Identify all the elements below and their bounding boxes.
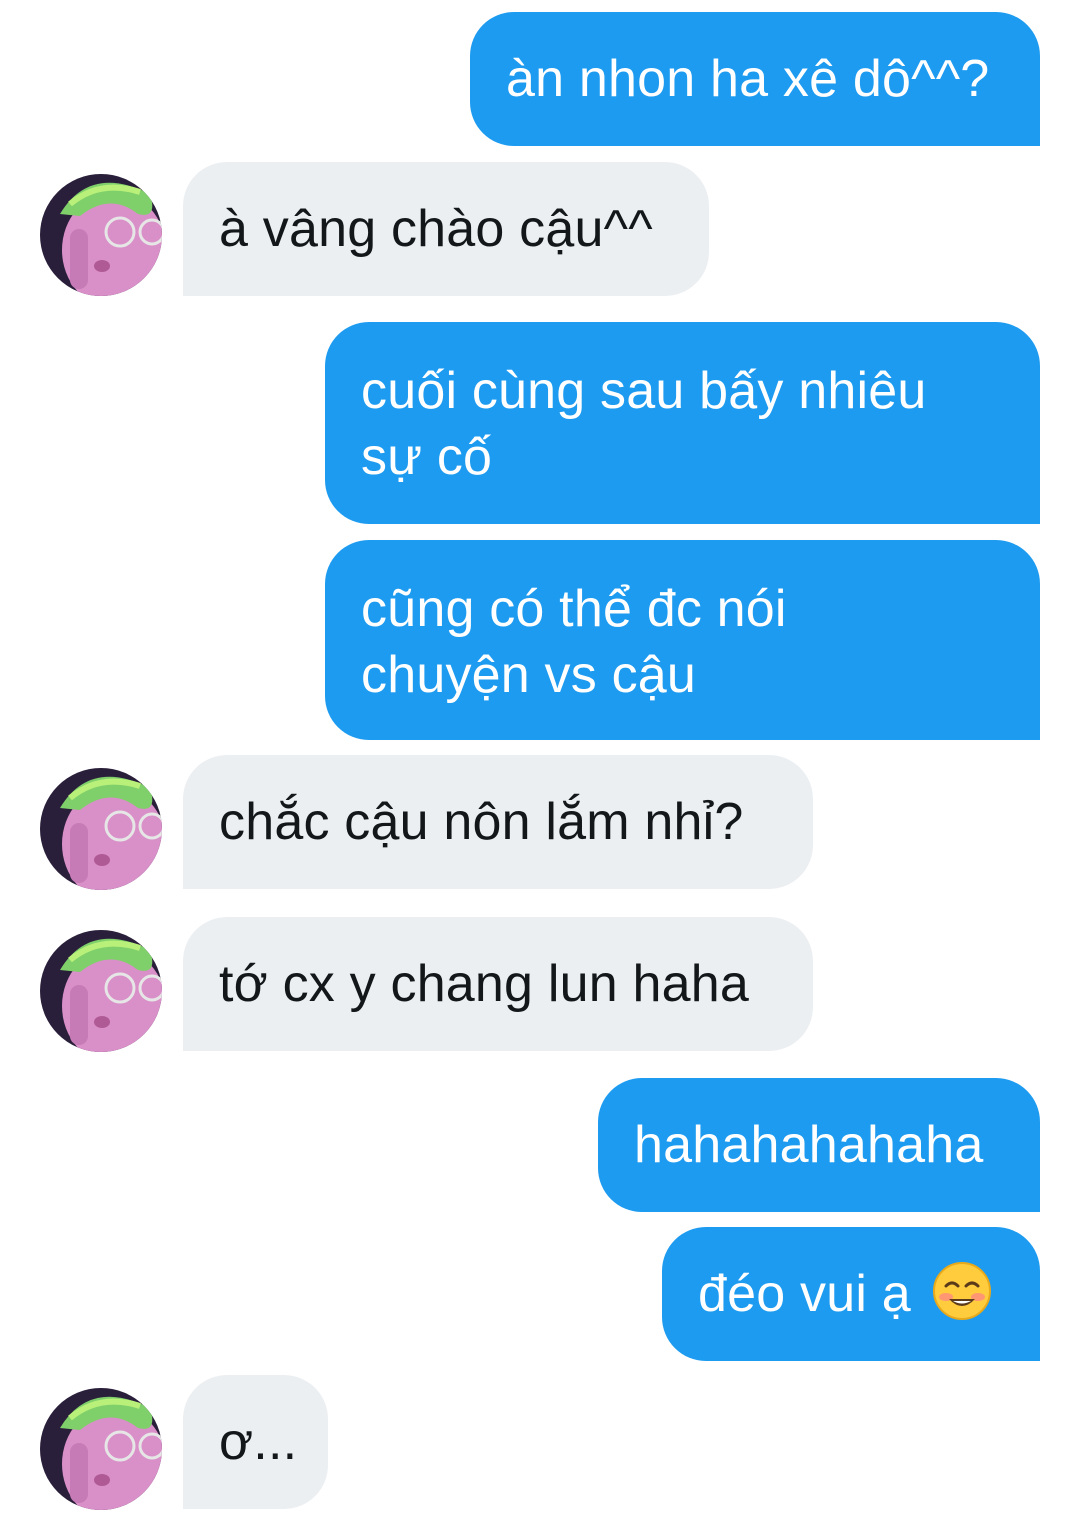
avatar-image [40,930,162,1052]
message-text: chắc cậu nôn lắm nhỉ? [219,793,744,851]
incoming-message-bubble[interactable]: tớ cx y chang lun haha [183,917,813,1051]
avatar-image [40,1388,162,1510]
contact-avatar[interactable] [40,930,162,1052]
outgoing-message-bubble[interactable]: àn nhon ha xê dô^^? [470,12,1040,146]
message-text: à vâng chào cậu^^ [219,200,653,258]
message-text: cũng có thể đc nói chuyện vs cậu [361,580,787,704]
incoming-message-bubble[interactable]: ơ... [183,1375,328,1509]
avatar-image [40,768,162,890]
smiling-blush-emoji-icon [932,1262,991,1320]
contact-avatar[interactable] [40,1388,162,1510]
outgoing-message-bubble[interactable]: cũng có thể đc nói chuyện vs cậu [325,540,1040,740]
contact-avatar[interactable] [40,768,162,890]
outgoing-message-bubble[interactable]: hahahahahaha [598,1078,1040,1212]
message-text: ơ... [219,1413,298,1471]
message-text: cuối cùng sau bấy nhiêu sự cố [361,362,927,486]
avatar-image [40,174,162,296]
incoming-message-bubble[interactable]: à vâng chào cậu^^ [183,162,709,296]
message-text: hahahahahaha [634,1116,984,1174]
message-text: àn nhon ha xê dô^^? [506,50,990,108]
message-text: đéo vui ạ [698,1265,911,1323]
incoming-message-bubble[interactable]: chắc cậu nôn lắm nhỉ? [183,755,813,889]
outgoing-message-bubble[interactable]: đéo vui ạ [662,1227,1040,1361]
outgoing-message-bubble[interactable]: cuối cùng sau bấy nhiêu sự cố [325,322,1040,524]
message-text: tớ cx y chang lun haha [219,955,749,1013]
contact-avatar[interactable] [40,174,162,296]
